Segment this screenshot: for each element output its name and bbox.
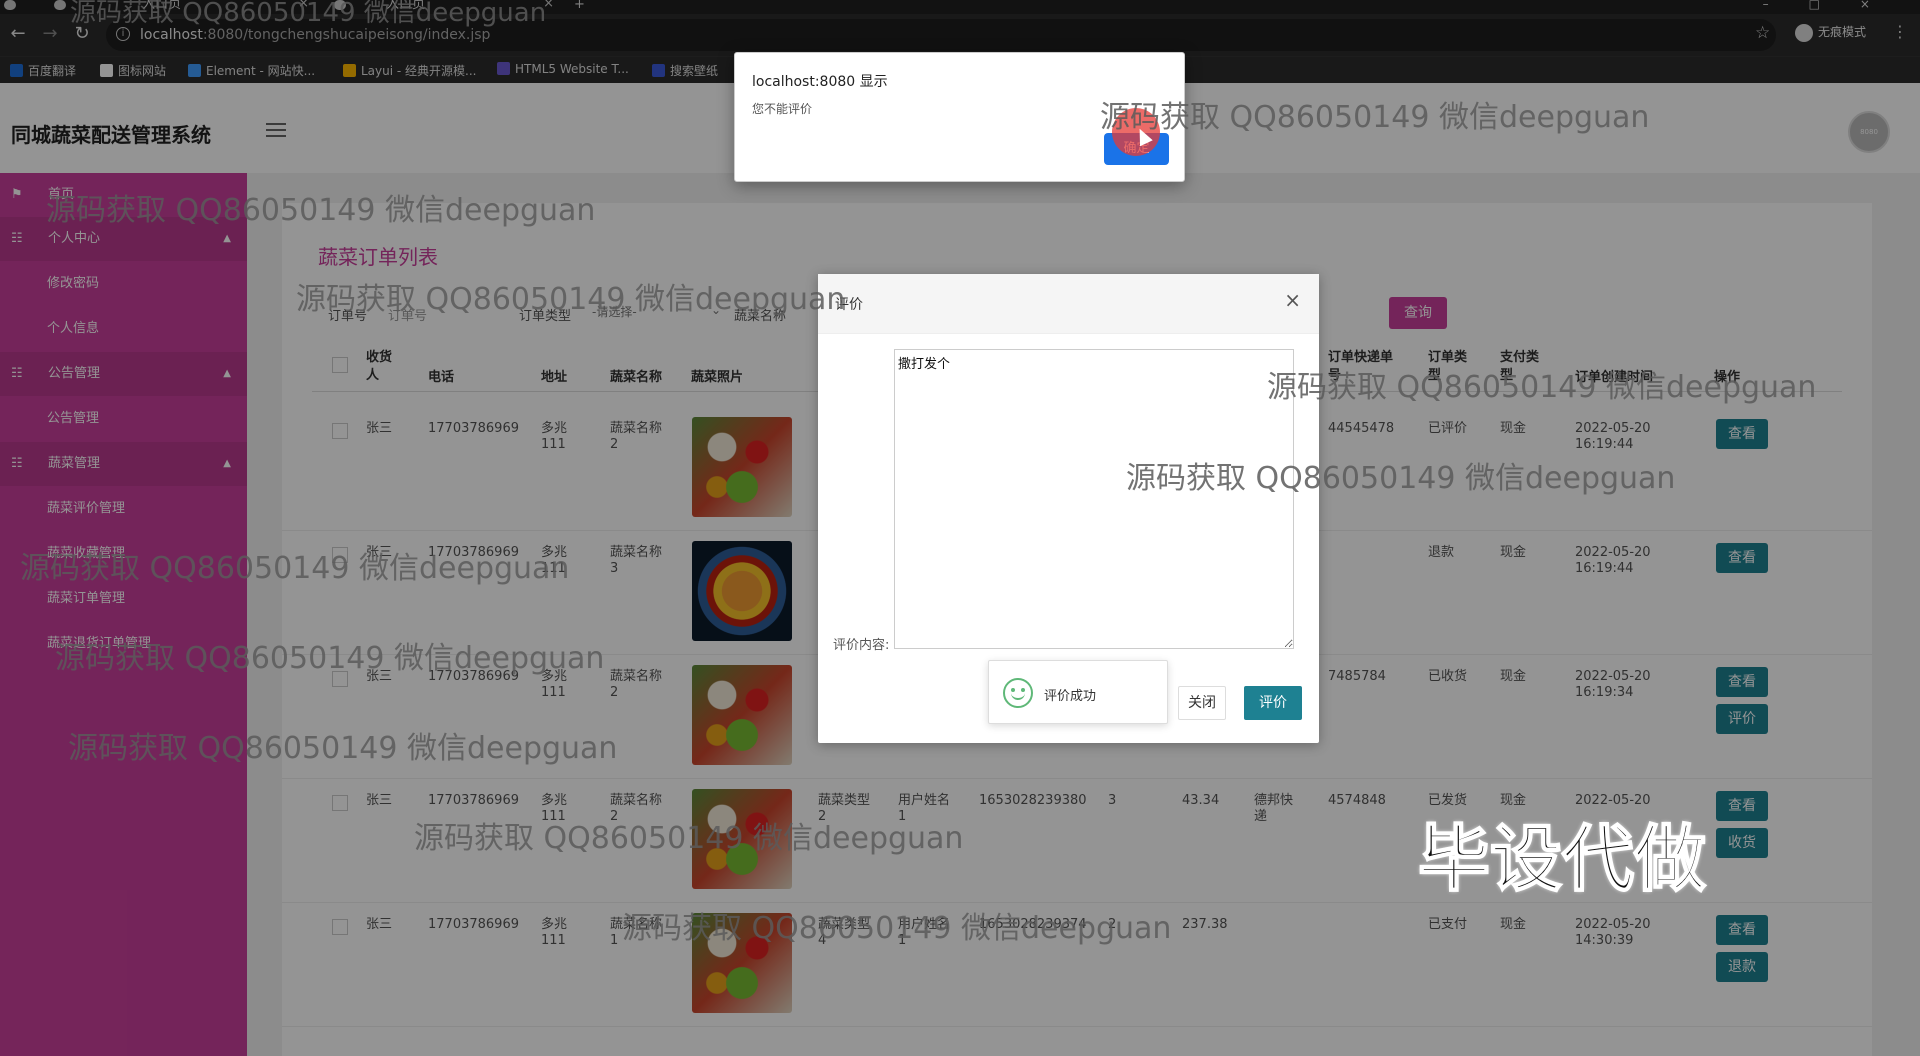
watermark-text: 源码获取 QQ86050149 微信deepguan (70, 0, 547, 28)
close-icon[interactable]: × (1284, 288, 1301, 312)
review-content-textarea[interactable]: 撒打发个 (894, 349, 1294, 649)
dialog-header: 评价 × (818, 274, 1319, 334)
content-field-label: 评价内容: (833, 638, 890, 653)
watermark-text: 源码获取 QQ86050149 微信deepguan (296, 282, 846, 317)
watermark-text: 源码获取 QQ86050149 微信deepguan (55, 641, 605, 676)
watermark-text: 源码获取 QQ86050149 微信deepguan (1267, 370, 1817, 405)
watermark-text: 源码获取 QQ86050149 微信deepguan (414, 821, 964, 856)
watermark-text: 源码获取 QQ86050149 微信deepguan (68, 731, 618, 766)
watermark-text: 源码获取 QQ86050149 微信deepguan (20, 551, 570, 586)
alert-message: 您不能评价 (752, 102, 813, 116)
watermark-text: 源码获取 QQ86050149 微信deepguan (622, 911, 1172, 946)
big-watermark-text: 毕设代做 (1417, 816, 1707, 902)
watermark-text: 源码获取 QQ86050149 微信deepguan (1100, 100, 1650, 135)
alert-title: localhost:8080 显示 (752, 74, 888, 90)
watermark-text: 源码获取 QQ86050149 微信deepguan (1126, 461, 1676, 496)
close-button[interactable]: 关闭 (1178, 686, 1226, 720)
submit-review-button[interactable]: 评价 (1244, 686, 1302, 720)
watermark-text: 源码获取 QQ86050149 微信deepguan (46, 193, 596, 228)
smile-icon (1003, 678, 1033, 708)
toast-message: 评价成功 (1044, 689, 1097, 704)
success-toast: 评价成功 (988, 660, 1168, 724)
